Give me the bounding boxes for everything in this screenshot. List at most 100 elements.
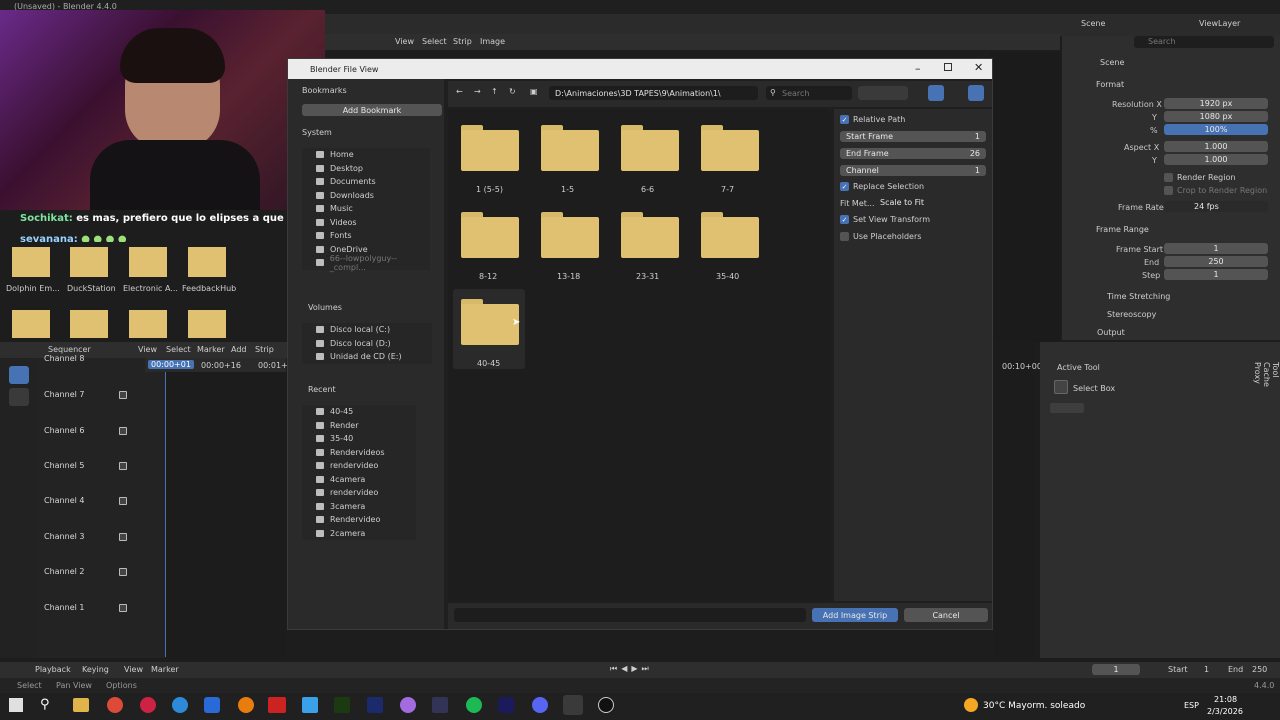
set-view-transform-checkbox[interactable]: ✓ Set View Transform [840, 215, 930, 224]
properties-search[interactable]: Search [1134, 36, 1274, 48]
scene-selector[interactable]: Scene [1081, 19, 1105, 28]
system-item-project[interactable]: 66--lowpolyguy--_compl... [302, 254, 430, 272]
menu-image[interactable]: Image [480, 37, 505, 46]
volume-e[interactable]: Unidad de CD (E:) [302, 350, 432, 364]
blade-tool-icon[interactable] [9, 388, 29, 406]
end-value[interactable]: 250 [1252, 665, 1267, 674]
folder-item-8[interactable] [701, 212, 759, 258]
replace-selection-checkbox[interactable]: ✓ Replace Selection [840, 182, 924, 191]
taskbar-app-icon[interactable] [238, 697, 254, 713]
start-frame-field[interactable]: Start Frame 1 [840, 131, 986, 142]
menu-select[interactable]: Select [166, 345, 191, 354]
taskbar-app-icon[interactable] [334, 697, 350, 713]
minimize-icon[interactable]: – [915, 62, 921, 75]
editor-type[interactable]: Sequencer [48, 345, 91, 354]
close-icon[interactable]: ✕ [974, 61, 983, 74]
recent-item[interactable]: Rendervideos [302, 446, 416, 460]
refresh-icon[interactable]: ↻ [509, 87, 516, 96]
res-y-field[interactable]: 1080 px [1164, 111, 1268, 122]
aspect-y-field[interactable]: 1.000 [1164, 154, 1268, 165]
select-tool-icon[interactable] [9, 366, 29, 384]
search-icon[interactable]: ⚲ [40, 697, 50, 712]
folder-item-4[interactable] [701, 125, 759, 171]
recent-item[interactable]: rendervideo [302, 459, 416, 473]
step-field[interactable]: 1 [1164, 269, 1268, 280]
menu-select[interactable]: Select [422, 37, 447, 46]
recent-item[interactable]: Render [302, 419, 416, 433]
system-item-home[interactable]: Home [302, 148, 430, 162]
system-item-downloads[interactable]: Downloads [302, 189, 430, 203]
recent-item[interactable]: 3camera [302, 500, 416, 514]
res-x-field[interactable]: 1920 px [1164, 98, 1268, 109]
cancel-button[interactable]: Cancel [904, 608, 988, 622]
folder-item-9[interactable] [461, 299, 519, 345]
weather-text[interactable]: 30°C Mayorm. soleado [983, 701, 1085, 711]
add-bookmark-button[interactable]: Add Bookmark [302, 104, 442, 116]
add-image-strip-button[interactable]: Add Image Strip [812, 608, 898, 622]
selection-mode-icon[interactable] [1050, 403, 1084, 413]
aspect-x-field[interactable]: 1.000 [1164, 141, 1268, 152]
folder-icon[interactable] [70, 310, 108, 338]
channel-field[interactable]: Channel 1 [840, 165, 986, 176]
new-folder-icon[interactable]: ▣ [530, 87, 538, 96]
menu-strip[interactable]: Strip [255, 345, 274, 354]
system-header[interactable]: System [302, 128, 332, 137]
clock-time[interactable]: 21:08 [1214, 695, 1237, 704]
taskbar-app-icon[interactable] [268, 697, 286, 713]
folder-item-1[interactable] [461, 125, 519, 171]
recent-header[interactable]: Recent [308, 385, 336, 394]
recent-item[interactable]: Rendervideo [302, 513, 416, 527]
res-pct-field[interactable]: 100% [1164, 124, 1268, 135]
menu-view[interactable]: View [124, 665, 143, 674]
file-search-input[interactable]: ⚲ Search [766, 86, 852, 100]
stereoscopy-header[interactable]: Stereoscopy [1107, 310, 1156, 319]
folder-icon[interactable] [12, 247, 50, 277]
channel-mute-checkbox[interactable] [119, 568, 127, 576]
taskbar-app-icon[interactable] [140, 697, 156, 713]
folder-item-7[interactable] [621, 212, 679, 258]
menu-add[interactable]: Add [231, 345, 247, 354]
use-placeholders-checkbox[interactable]: Use Placeholders [840, 232, 921, 241]
menu-marker[interactable]: Marker [197, 345, 225, 354]
render-region-checkbox[interactable]: Render Region [1164, 173, 1235, 182]
volume-c[interactable]: Disco local (C:) [302, 323, 432, 337]
taskbar-app-icon[interactable] [302, 697, 318, 713]
forward-icon[interactable]: → [474, 87, 481, 96]
current-frame-field[interactable]: 1 [1092, 664, 1140, 675]
settings-gear-icon[interactable] [968, 85, 984, 101]
end-frame-field[interactable]: End Frame 26 [840, 148, 986, 159]
end-field[interactable]: 250 [1164, 256, 1268, 267]
taskbar-app-icon[interactable] [400, 697, 416, 713]
recent-item[interactable]: rendervideo [302, 486, 416, 500]
blender-icon[interactable] [563, 695, 583, 715]
folder-item-6[interactable] [541, 212, 599, 258]
filter-icon[interactable] [928, 85, 944, 101]
frame-range-header[interactable]: Frame Range [1096, 225, 1149, 234]
taskbar-app-icon[interactable] [107, 697, 123, 713]
playback-controls[interactable]: ⏮◀▶⏭ [610, 664, 653, 674]
bookmarks-header[interactable]: Bookmarks [302, 86, 347, 95]
display-mode-icon[interactable] [858, 86, 908, 100]
taskbar-app-icon[interactable] [367, 697, 383, 713]
playhead-label[interactable]: 00:00+01 [148, 360, 194, 369]
filename-input[interactable] [454, 608, 806, 622]
relative-path-checkbox[interactable]: ✓ Relative Path [840, 115, 905, 124]
recent-item[interactable]: 2camera [302, 527, 416, 541]
path-input[interactable]: D:\Animaciones\3D TAPES\9\Animation\1\ [549, 86, 758, 100]
channel-mute-checkbox[interactable] [119, 462, 127, 470]
channel-mute-checkbox[interactable] [119, 533, 127, 541]
select-box-icon[interactable] [1054, 380, 1068, 394]
folder-item-2[interactable] [541, 125, 599, 171]
format-header[interactable]: Format [1096, 80, 1124, 89]
folder-icon[interactable] [70, 247, 108, 277]
menu-view[interactable]: View [138, 345, 157, 354]
folder-item-5[interactable] [461, 212, 519, 258]
folder-item-3[interactable] [621, 125, 679, 171]
volume-d[interactable]: Disco local (D:) [302, 337, 432, 351]
after-effects-icon[interactable] [498, 697, 514, 713]
channel-mute-checkbox[interactable] [119, 427, 127, 435]
folder-icon[interactable] [12, 310, 50, 338]
menu-playback[interactable]: Playback [35, 665, 71, 674]
recent-item[interactable]: 4camera [302, 473, 416, 487]
obs-icon[interactable] [598, 697, 614, 713]
